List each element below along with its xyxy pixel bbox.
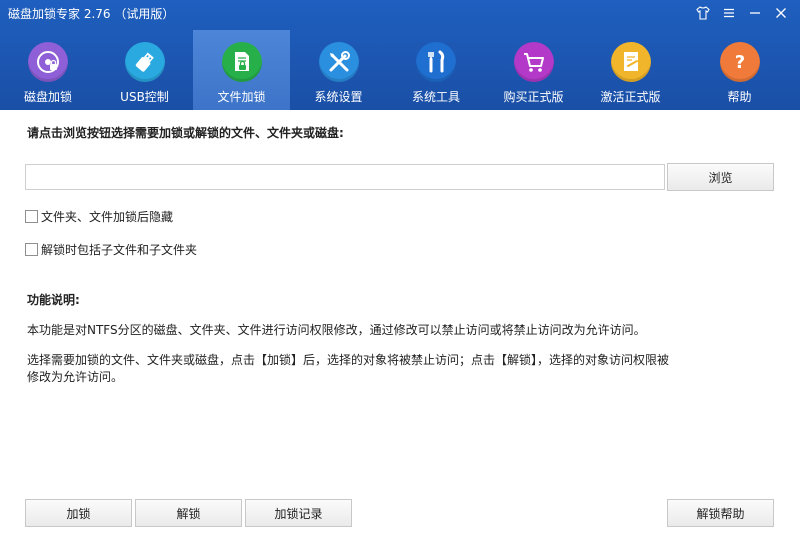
nav-label: 帮助 — [727, 90, 752, 104]
hide-after-lock-checkbox[interactable] — [25, 210, 38, 223]
disk-lock-icon — [28, 42, 68, 82]
lock-button[interactable]: 加锁 — [25, 499, 132, 527]
include-subitems-checkbox[interactable] — [25, 243, 38, 256]
nav-usb-control[interactable]: USB控制 — [96, 30, 193, 110]
nav-buy-full-version[interactable]: 购买正式版 — [485, 30, 582, 110]
nav-label: 磁盘加锁 — [23, 90, 72, 104]
skin-shirt-icon[interactable] — [694, 4, 712, 22]
nav-system-tools[interactable]: 系统工具 — [387, 30, 485, 110]
nav-activate-full-version[interactable]: 激活正式版 — [582, 30, 679, 110]
nav-disk-lock[interactable]: 磁盘加锁 — [0, 30, 96, 110]
nav-help[interactable]: ? 帮助 — [679, 30, 800, 110]
description-paragraph-2-line-2: 修改为允许访问。 — [27, 370, 124, 384]
svg-text:?: ? — [734, 52, 744, 73]
nav-label: 购买正式版 — [503, 90, 564, 104]
unlock-help-button[interactable]: 解锁帮助 — [667, 499, 774, 527]
activate-icon — [610, 42, 651, 82]
description-title: 功能说明: — [27, 293, 80, 307]
cart-icon — [513, 42, 554, 82]
window-title: 磁盘加锁专家 2.76 （试用版） — [8, 7, 175, 21]
unlock-button[interactable]: 解锁 — [135, 499, 242, 527]
description-paragraph-2-line-1: 选择需要加锁的文件、文件夹或磁盘，点击【加锁】后，选择的对象将被禁止访问；点击【… — [27, 353, 670, 367]
nav-label: 文件加锁 — [217, 90, 266, 104]
path-input[interactable] — [25, 164, 665, 190]
select-prompt: 请点击浏览按钮选择需要加锁或解锁的文件、文件夹或磁盘: — [27, 126, 344, 140]
description-paragraph-1: 本功能是对NTFS分区的磁盘、文件夹、文件进行访问权限修改，通过修改可以禁止访问… — [27, 323, 646, 337]
close-icon[interactable] — [772, 4, 790, 22]
nav-system-settings[interactable]: 系统设置 — [290, 30, 387, 110]
nav-label: 系统工具 — [411, 90, 460, 104]
nav-label: 系统设置 — [314, 90, 363, 104]
nav-file-lock[interactable]: 文件加锁 — [193, 30, 290, 110]
tools-icon — [416, 42, 456, 82]
minimize-icon[interactable] — [746, 4, 764, 22]
include-subitems-option[interactable]: 解锁时包括子文件和子文件夹 — [25, 241, 197, 258]
window-controls — [694, 4, 790, 22]
help-icon: ? — [719, 42, 760, 82]
browse-button[interactable]: 浏览 — [667, 163, 774, 191]
menu-icon[interactable] — [720, 4, 738, 22]
lock-log-button[interactable]: 加锁记录 — [245, 499, 352, 527]
nav-label: 激活正式版 — [600, 90, 661, 104]
usb-icon — [124, 42, 165, 82]
file-lock-icon — [221, 42, 262, 82]
include-subitems-label: 解锁时包括子文件和子文件夹 — [41, 243, 198, 257]
hide-after-lock-option[interactable]: 文件夹、文件加锁后隐藏 — [25, 208, 173, 225]
main-nav: 磁盘加锁 USB控制 文件加锁 系统设置 系统工具 购买正式版 激活正式版 ? … — [0, 30, 800, 110]
title-bar: 磁盘加锁专家 2.76 （试用版） 磁盘加锁 USB控制 文件加锁 系统设置 系… — [0, 0, 800, 110]
tools-cross-icon — [318, 42, 359, 82]
hide-after-lock-label: 文件夹、文件加锁后隐藏 — [41, 210, 174, 224]
nav-label: USB控制 — [120, 90, 169, 104]
